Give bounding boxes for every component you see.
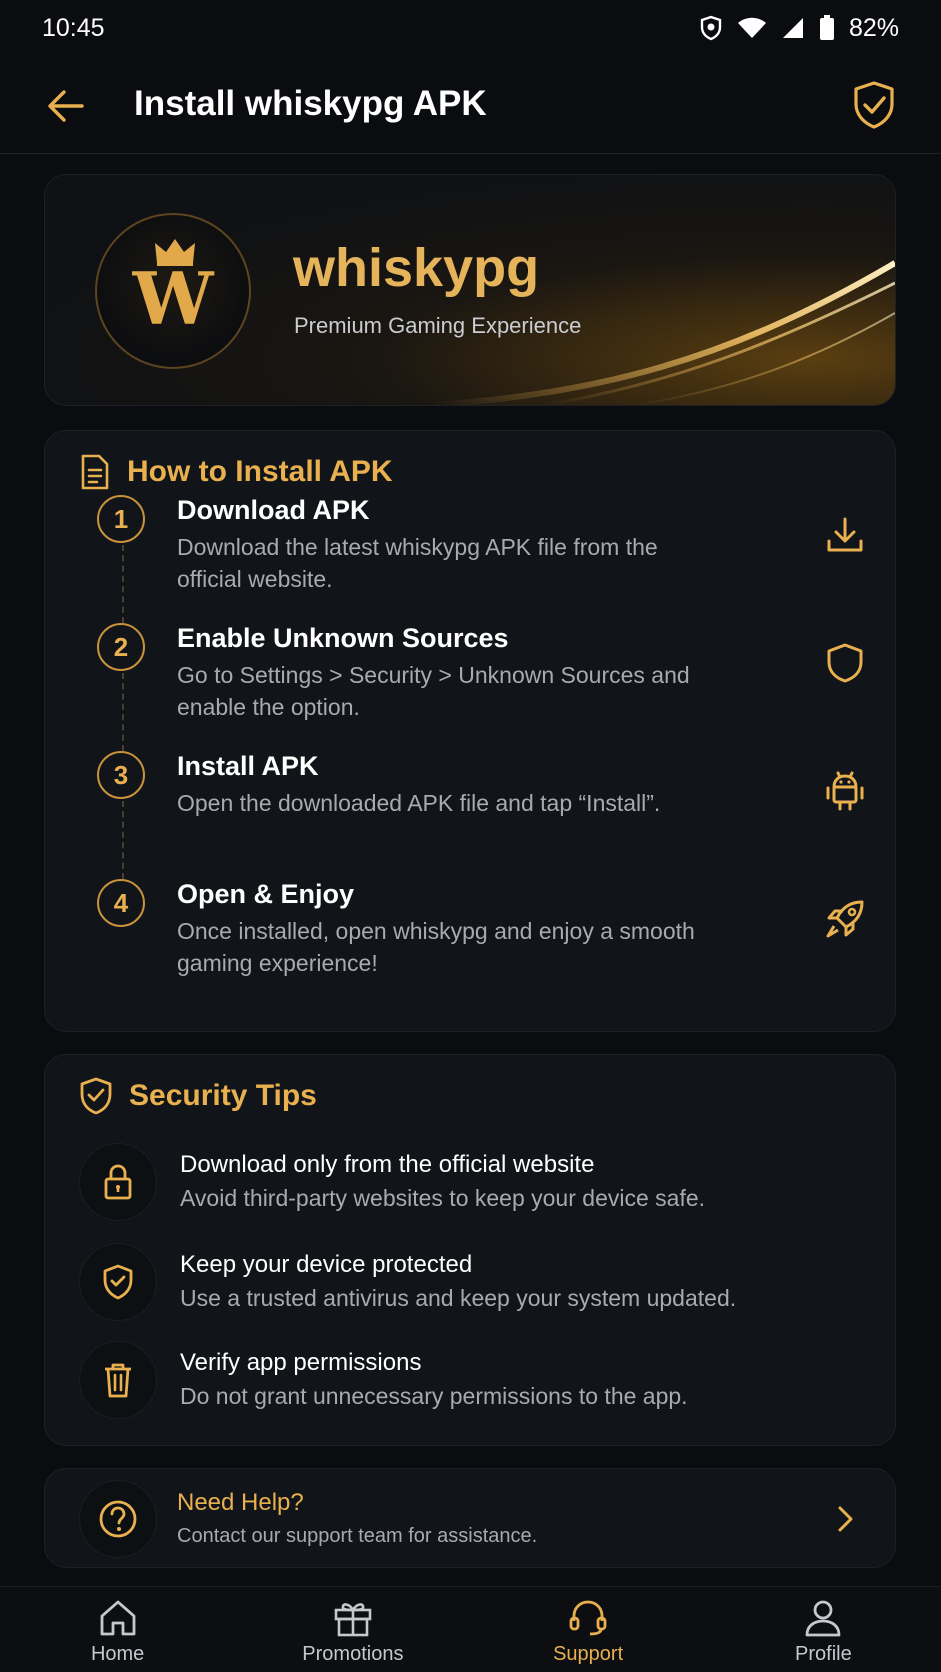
security-shield-button[interactable] — [851, 80, 897, 130]
nav-profile[interactable]: Profile — [706, 1587, 941, 1672]
crown-icon — [155, 239, 195, 266]
battery-level: 82% — [848, 13, 899, 42]
step-title: Install APK — [177, 751, 319, 781]
security-section-header: Security Tips — [79, 1077, 317, 1115]
security-tip-2: Keep your device protected Use a trusted… — [45, 1243, 897, 1333]
install-step-2: 2 Enable Unknown Sources Go to Settings … — [45, 623, 897, 751]
nav-label: Promotions — [302, 1643, 404, 1665]
chevron-right-icon — [825, 1499, 865, 1539]
install-step-3: 3 Install APK Open the downloaded APK fi… — [45, 751, 897, 879]
tip-description: Use a trusted antivirus and keep your sy… — [180, 1285, 737, 1311]
download-icon — [823, 513, 867, 557]
nav-home[interactable]: Home — [0, 1587, 235, 1672]
step-description: Go to Settings > Security > Unknown Sour… — [177, 662, 690, 720]
nav-label: Profile — [795, 1643, 852, 1665]
help-description: Contact our support team for assistance. — [177, 1525, 538, 1547]
nav-label: Home — [90, 1643, 145, 1665]
step-number: 4 — [97, 879, 145, 927]
arrow-left-icon — [48, 90, 84, 122]
step-title: Enable Unknown Sources — [177, 623, 509, 653]
brand-name: whiskypg — [293, 238, 540, 298]
battery-icon — [819, 15, 834, 40]
lock-icon — [79, 1143, 157, 1221]
security-tips-card: Security Tips Download only from the off… — [44, 1054, 896, 1446]
step-number: 3 — [97, 751, 145, 799]
trash-icon — [79, 1341, 157, 1419]
step-connector — [122, 545, 124, 623]
signal-icon — [782, 18, 803, 38]
android-icon — [823, 769, 867, 813]
brand-hero-card: W whiskypg Premium Gaming Experience — [44, 174, 896, 406]
shield-check-icon — [854, 81, 894, 129]
install-step-1: 1 Download APK Download the latest whisk… — [45, 495, 897, 623]
tip-title: Keep your device protected — [180, 1251, 473, 1278]
step-description: Once installed, open whiskypg and enjoy … — [177, 918, 695, 976]
help-title: Need Help? — [177, 1489, 304, 1516]
question-icon — [79, 1480, 157, 1558]
gift-icon — [334, 1603, 372, 1637]
wifi-icon — [737, 17, 766, 38]
vpn-shield-icon — [700, 15, 722, 41]
step-connector — [122, 801, 124, 879]
install-section-header: How to Install APK — [79, 453, 393, 491]
install-steps-card: How to Install APK 1 Download APK Downlo… — [44, 430, 896, 1032]
status-time: 10:45 — [42, 13, 105, 42]
shield-check-icon — [79, 1243, 157, 1321]
nav-support[interactable]: Support — [471, 1587, 706, 1672]
home-icon — [100, 1600, 136, 1636]
status-icons: 82% — [699, 14, 899, 43]
step-description: Download the latest whiskypg APK file fr… — [177, 534, 658, 592]
security-tip-1: Download only from the official website … — [45, 1143, 897, 1233]
tip-title: Verify app permissions — [180, 1349, 422, 1376]
security-tip-3: Verify app permissions Do not grant unne… — [45, 1341, 897, 1431]
step-number: 2 — [97, 623, 145, 671]
brand-tagline: Premium Gaming Experience — [294, 313, 582, 338]
step-title: Open & Enjoy — [177, 879, 355, 909]
bottom-nav: Home Promotions Support Profile — [0, 1586, 941, 1672]
need-help-card[interactable]: Need Help? Contact our support team for … — [44, 1468, 896, 1568]
nav-promotions[interactable]: Promotions — [235, 1587, 470, 1672]
nav-label: Support — [553, 1643, 624, 1665]
shield-check-icon — [80, 1077, 112, 1115]
status-bar: 10:45 82% — [0, 0, 941, 56]
step-description: Open the downloaded APK file and tap “In… — [177, 790, 661, 816]
document-icon — [81, 454, 109, 490]
brand-logo: W — [95, 213, 251, 369]
headset-icon — [569, 1600, 607, 1636]
install-section-title: How to Install APK — [127, 455, 393, 488]
step-connector — [122, 673, 124, 751]
user-icon — [805, 1600, 841, 1637]
rocket-icon — [823, 897, 867, 941]
page-title: Install whiskypg APK — [134, 84, 487, 123]
tip-description: Do not grant unnecessary permissions to … — [180, 1383, 688, 1409]
step-title: Download APK — [177, 495, 370, 525]
app-bar: Install whiskypg APK — [0, 56, 941, 154]
step-number: 1 — [97, 495, 145, 543]
security-section-title: Security Tips — [129, 1079, 317, 1112]
back-button[interactable] — [44, 84, 88, 128]
shield-icon — [823, 641, 867, 685]
install-step-4: 4 Open & Enjoy Once installed, open whis… — [45, 879, 897, 989]
tip-description: Avoid third-party websites to keep your … — [180, 1185, 706, 1211]
tip-title: Download only from the official website — [180, 1151, 595, 1178]
logo-letter: W — [132, 255, 214, 341]
